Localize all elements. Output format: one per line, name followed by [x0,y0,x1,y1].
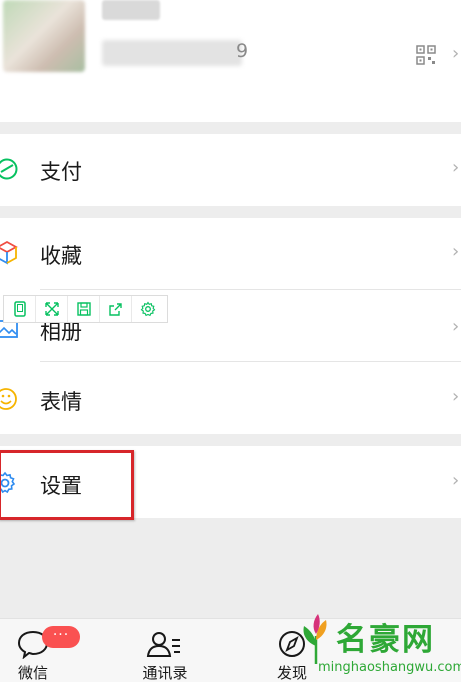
save-icon[interactable] [68,296,100,322]
gear-icon[interactable] [132,296,164,322]
menu-item-favorites[interactable]: 收藏 › [0,218,461,290]
contacts-icon [146,632,180,657]
wechat-id-blurred [102,40,242,66]
avatar[interactable] [3,0,85,72]
favorites-cube-icon [0,240,18,265]
chevron-right-icon: › [452,316,460,337]
nickname-blurred [102,0,160,20]
floating-toolbar[interactable] [3,295,168,323]
tab-label: 通讯录 [142,664,188,682]
site-watermark: 名豪网 minghaoshangwu.com [282,604,461,682]
wechat-id-suffix: 9 [236,40,249,62]
menu-item-label: 表情 [40,390,82,414]
menu-item-pay[interactable]: 支付 › [0,134,461,206]
smiley-icon [0,388,17,410]
chevron-right-icon: › [452,386,460,407]
tab-contacts[interactable]: 通讯录 [130,625,200,682]
chevron-right-icon: › [452,470,460,491]
qrcode-icon[interactable] [416,45,436,65]
profile-header[interactable]: 9 › [0,0,461,122]
unread-badge: ··· [42,626,80,648]
chevron-right-icon: › [452,241,460,262]
share-icon[interactable] [100,296,132,322]
expand-icon[interactable] [36,296,68,322]
menu-item-label: 收藏 [40,244,82,268]
pay-icon [0,158,18,180]
watermark-url: minghaoshangwu.com [318,660,461,675]
menu-item-stickers[interactable]: 表情 › [0,362,461,434]
menu-item-label: 支付 [40,160,82,184]
watermark-flower-logo [303,614,327,664]
tab-label: 微信 [17,664,48,682]
watermark-name: 名豪网 [336,622,435,658]
phone-icon[interactable] [4,296,36,322]
chevron-right-icon: › [452,43,460,64]
settings-highlight-box [0,450,134,520]
chevron-right-icon: › [452,157,460,178]
